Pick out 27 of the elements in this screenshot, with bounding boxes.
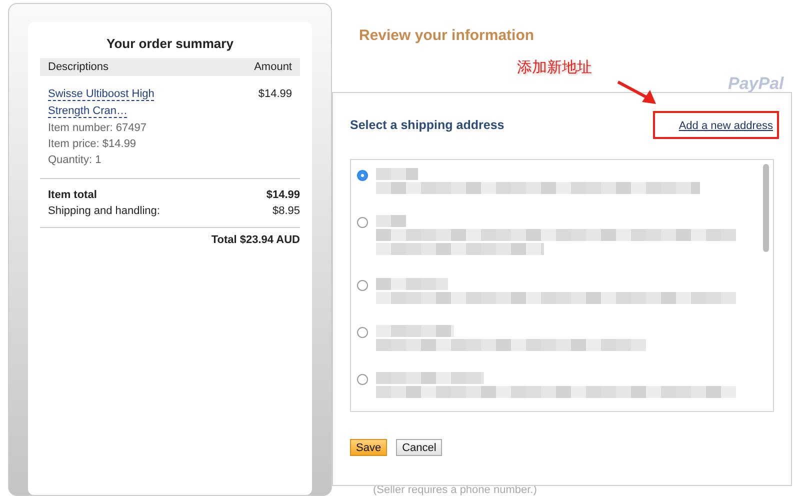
- radio-button[interactable]: [357, 327, 368, 338]
- column-header: Descriptions: [48, 61, 109, 73]
- annotation-arrow: [617, 80, 656, 104]
- total-label: Shipping and handling:: [48, 204, 160, 219]
- scrollbar-thumb[interactable]: [763, 164, 769, 252]
- column-header: Amount: [254, 61, 292, 73]
- cancel-button[interactable]: Cancel: [396, 439, 442, 456]
- total-label: Item total: [48, 188, 97, 203]
- dialog-title: Select a shipping address: [350, 118, 504, 132]
- annotation-text: 添加新地址: [517, 58, 592, 77]
- item-detail: Item price: $14.99: [48, 137, 138, 152]
- item-link[interactable]: Swisse Ultiboost High Strength Cran…: [48, 86, 198, 120]
- radio-button[interactable]: [357, 374, 368, 385]
- item-detail: Quantity: 1: [48, 153, 102, 168]
- page-heading: Review your information: [359, 27, 536, 44]
- total-value: $8.95: [272, 204, 300, 219]
- radio-button[interactable]: [357, 280, 368, 291]
- item-amount: $14.99: [258, 87, 292, 102]
- save-button[interactable]: Save: [350, 439, 388, 456]
- radio-button[interactable]: [357, 217, 368, 228]
- grand-total: Total $23.94 AUD: [210, 233, 300, 246]
- total-value: $14.99: [266, 188, 300, 203]
- logo: PayPal: [728, 74, 784, 94]
- add-address-link[interactable]: Add a new address: [678, 120, 773, 132]
- radio-button[interactable]: [357, 170, 368, 181]
- summary-title: Your order summary: [106, 36, 234, 51]
- item-detail: Item number: 67497: [48, 121, 148, 136]
